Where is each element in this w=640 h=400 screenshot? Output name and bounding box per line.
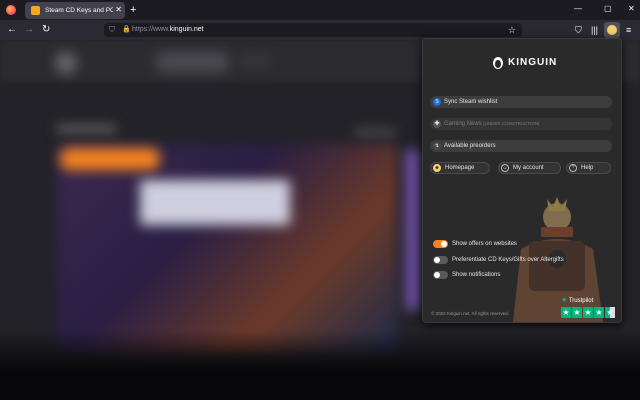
- trustpilot-star-icon: ★: [561, 297, 568, 304]
- site-logo-icon: [55, 52, 77, 74]
- show-notifications-toggle[interactable]: [433, 271, 448, 279]
- my-account-label: My account: [513, 165, 544, 171]
- user-icon: ☺: [501, 164, 509, 172]
- library-icon[interactable]: |||: [591, 24, 598, 36]
- tab-title: Steam CD Keys and PC Game K: [45, 7, 113, 14]
- available-preorders-button[interactable]: ↯ Available preorders: [430, 140, 612, 152]
- trustpilot-rating-star-icon: ★: [561, 307, 571, 318]
- preferentiate-keys-label: Preferentiate CD Keys/Gifts over Altergi…: [452, 257, 564, 263]
- trustpilot-half-star-icon: ★: [605, 307, 615, 318]
- help-label: Help: [581, 165, 594, 171]
- url-host: kinguin.net: [169, 26, 204, 33]
- back-button[interactable]: ←: [7, 23, 17, 37]
- toggle-knob: [434, 257, 440, 263]
- kinguin-extension-icon: [607, 25, 617, 35]
- tab-close-icon[interactable]: ✕: [115, 4, 122, 16]
- kinguin-extension-popup: KINGUIN S Sync Steam wishlist ✚ Gaming N…: [422, 38, 622, 323]
- my-account-button[interactable]: ☺ My account: [498, 162, 561, 174]
- help-button[interactable]: ? Help: [566, 162, 611, 174]
- trustpilot-rating-star-icon: ★: [583, 307, 593, 318]
- trustpilot-rating-star-icon: ★: [572, 307, 582, 318]
- hero-badge: [60, 148, 160, 170]
- under-construction-label: [UNDER CONSTRUCTION]: [483, 121, 540, 126]
- kinguin-favicon-icon: [31, 6, 40, 15]
- homepage-button[interactable]: ☻ Homepage: [430, 162, 490, 174]
- kinguin-logo-text[interactable]: KINGUIN: [508, 57, 557, 69]
- gaming-news-label: Gaming News: [444, 121, 482, 127]
- hero-banner: [57, 144, 397, 354]
- bookmark-star-icon[interactable]: ☆: [508, 24, 516, 36]
- window-close-button[interactable]: ✕: [628, 3, 635, 15]
- tracking-shield-icon[interactable]: ⛉: [109, 25, 115, 35]
- trustpilot-rating-star-icon: ★: [594, 307, 604, 318]
- pocket-icon[interactable]: ⛉: [575, 24, 582, 36]
- copyright-text: © 2022 Kinguin.net. All rights reserved.: [431, 311, 509, 316]
- show-notifications-label: Show notifications: [452, 272, 501, 278]
- section-heading: [56, 126, 116, 132]
- menu-item-label: Gaming News [UNDER CONSTRUCTION]: [444, 120, 539, 128]
- forward-button[interactable]: →: [24, 23, 34, 37]
- show-offers-toggle[interactable]: [433, 240, 448, 248]
- trustpilot-label: Trustpilot: [568, 298, 594, 304]
- reload-button[interactable]: ↻: [42, 23, 50, 37]
- side-banner: [405, 150, 421, 310]
- url-scheme: https://www.: [132, 26, 170, 33]
- site-nav-item: [240, 56, 270, 66]
- sync-steam-wishlist-button[interactable]: S Sync Steam wishlist: [430, 96, 612, 108]
- site-search-box: [155, 52, 230, 72]
- bottom-shade: [0, 330, 640, 400]
- gaming-news-button[interactable]: ✚ Gaming News [UNDER CONSTRUCTION]: [430, 118, 612, 130]
- menu-item-label: Sync Steam wishlist: [444, 99, 498, 105]
- trustpilot-logo[interactable]: ★ Trustpilot: [561, 297, 593, 305]
- trustpilot-rating[interactable]: ★ ★ ★ ★ ★: [561, 307, 615, 318]
- preferentiate-keys-toggle[interactable]: [433, 256, 448, 264]
- lock-icon[interactable]: 🔒: [122, 25, 131, 35]
- tab-strip: Steam CD Keys and PC Game K ✕ + — ▢ ✕: [0, 0, 640, 20]
- minimize-button[interactable]: —: [574, 3, 582, 15]
- kinguin-logo-icon[interactable]: [492, 55, 504, 69]
- maximize-button[interactable]: ▢: [604, 3, 612, 15]
- toggle-knob: [441, 241, 447, 247]
- show-offers-label: Show offers on websites: [452, 241, 517, 247]
- menu-item-label: Available preorders: [444, 143, 496, 149]
- carousel-dots: [355, 130, 395, 135]
- firefox-logo-icon[interactable]: [6, 5, 16, 15]
- url-text[interactable]: https://www.kinguin.net: [132, 25, 204, 35]
- homepage-label: Homepage: [445, 165, 475, 171]
- toggle-knob: [434, 272, 440, 278]
- browser-tab[interactable]: Steam CD Keys and PC Game K ✕: [25, 2, 125, 19]
- home-mascot-icon: ☻: [433, 164, 441, 172]
- hero-title-art: [140, 180, 290, 225]
- new-tab-button[interactable]: +: [130, 2, 136, 18]
- steam-icon: S: [433, 98, 441, 106]
- gamepad-icon: ✚: [433, 120, 441, 128]
- app-menu-icon[interactable]: ≡: [626, 24, 631, 36]
- help-icon: ?: [569, 164, 577, 172]
- url-bar[interactable]: ⛉ 🔒 https://www.kinguin.net ☆: [104, 23, 522, 37]
- preorder-icon: ↯: [433, 142, 441, 150]
- kinguin-extension-button[interactable]: [604, 22, 620, 38]
